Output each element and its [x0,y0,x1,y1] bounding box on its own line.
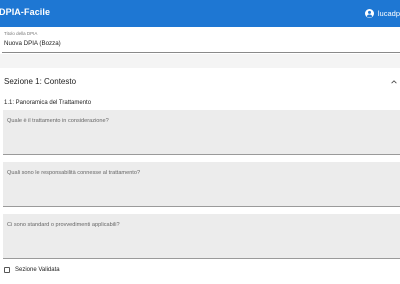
dpia-title-input[interactable]: Nuova DPIA (Bozza) [4,40,61,47]
section-context-panel: Sezione 1: Contesto 1.1: Panoramica del … [0,68,400,284]
chevron-up-icon[interactable] [390,78,398,86]
user-menu[interactable]: lucadp [364,6,400,20]
treatment-placeholder: Quale è il trattamento in considerazione… [7,118,109,124]
dpia-title-label: Titolo della DPIA [4,31,38,36]
treatment-textarea[interactable]: Quale è il trattamento in considerazione… [3,110,400,155]
app-bar: DPIA-Facile lucadp [0,0,400,27]
section-validated-label: Sezione Validata [15,267,60,273]
dpia-title-underline [2,52,400,53]
account-circle-icon [364,8,374,18]
responsibilities-placeholder: Quali sono le responsabilità connesse al… [7,170,141,176]
app-title: DPIA-Facile [0,7,51,17]
section-validated-checkbox-row[interactable]: Sezione Validata [4,265,60,275]
section-title[interactable]: Sezione 1: Contesto [4,77,76,86]
subsection-heading: 1.1: Panoramica del Trattamento [4,100,92,106]
standards-placeholder: Ci sono standard o provvedimenti applica… [7,222,120,228]
dpia-title-field[interactable]: Titolo della DPIA Nuova DPIA (Bozza) [0,27,400,54]
standards-textarea[interactable]: Ci sono standard o provvedimenti applica… [3,214,400,259]
user-name: lucadp [377,8,400,18]
section-validated-checkbox[interactable] [4,267,10,273]
responsibilities-textarea[interactable]: Quali sono le responsabilità connesse al… [3,162,400,207]
